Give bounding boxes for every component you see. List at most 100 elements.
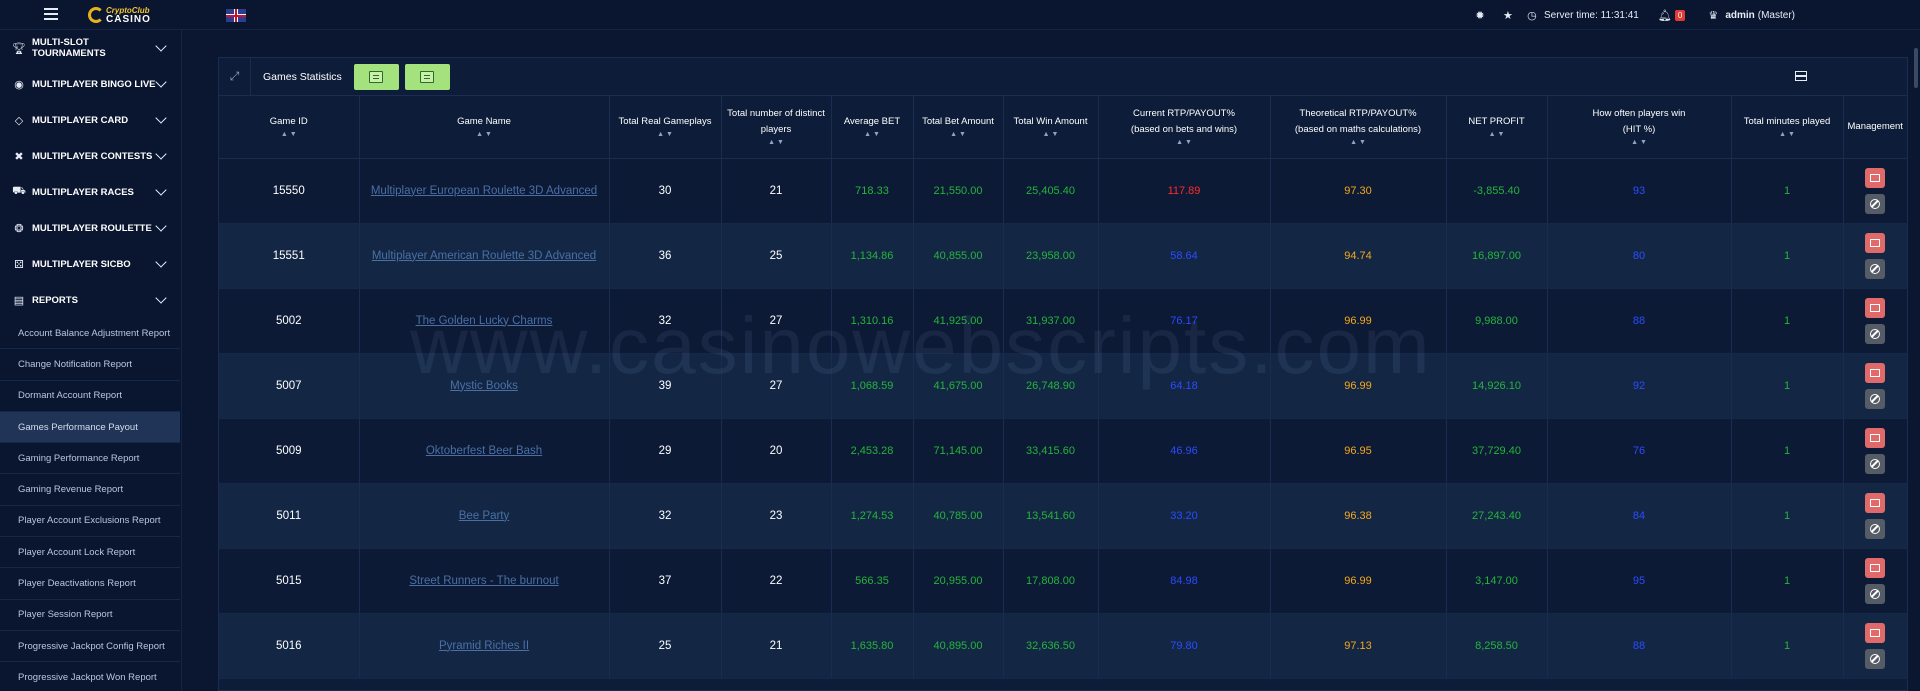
sort-arrows-icon[interactable]: ▲ ▼ <box>223 130 355 140</box>
win-amount-cell: 33,415.60 <box>1003 418 1099 484</box>
edit-game-button[interactable] <box>1865 232 1885 253</box>
export-csv-button[interactable] <box>404 63 450 90</box>
clock-icon: ◷ <box>1527 9 1537 22</box>
edit-icon <box>1870 563 1880 572</box>
sort-arrows-icon[interactable]: ▲ ▼ <box>1552 138 1727 148</box>
bet-amount-cell: 21,550.00 <box>913 158 1004 224</box>
minutes-played-cell: 1 <box>1731 548 1844 614</box>
top-bar: CryptoClub CASINO ✹ ★ ◷ Server time: 11:… <box>0 0 1920 30</box>
block-game-button[interactable] <box>1865 648 1885 669</box>
sidebar-item-multiplayer-bingo-live[interactable]: ◉ MULTIPLAYER BINGO LIVE <box>0 66 181 102</box>
ban-icon <box>1870 198 1880 209</box>
casino-logo[interactable]: CryptoClub CASINO <box>88 4 151 26</box>
sort-arrows-icon[interactable]: ▲ ▼ <box>364 130 605 140</box>
sidebar-item-multiplayer-contests[interactable]: ✖ MULTIPLAYER CONTESTS <box>0 138 181 174</box>
theoretical-rtp-cell: 96.99 <box>1270 288 1447 354</box>
sort-arrows-icon[interactable]: ▲ ▼ <box>1736 130 1839 140</box>
notifications-button[interactable]: 🔔︎ 0 <box>1658 9 1686 22</box>
settings-icon[interactable]: ✹ <box>1474 9 1486 22</box>
sort-arrows-icon[interactable]: ▲ ▼ <box>1008 130 1094 140</box>
block-game-button[interactable] <box>1865 258 1885 279</box>
games-statistics-table: Game ID ▲ ▼ Game Name ▲ ▼ Total Real Gamepla… <box>219 96 1908 679</box>
sort-arrows-icon[interactable]: ▲ ▼ <box>918 130 999 140</box>
edit-icon <box>1870 368 1880 377</box>
game-name-link[interactable]: Bee Party <box>459 510 510 522</box>
report-link-active[interactable]: Games Performance Payout <box>0 411 180 444</box>
report-link[interactable]: Player Account Exclusions Report <box>0 506 180 538</box>
bet-amount-cell: 40,785.00 <box>913 483 1004 549</box>
table-view-icon[interactable] <box>1795 71 1807 81</box>
report-link[interactable]: Change Notification Report <box>0 349 180 381</box>
expand-icon[interactable]: ⤢ <box>219 57 251 96</box>
sort-arrows-icon[interactable]: ▲ ▼ <box>726 138 827 148</box>
current-rtp-cell: 58.64 <box>1098 223 1271 289</box>
win-amount-cell: 25,405.40 <box>1003 158 1099 224</box>
players-cell: 20 <box>721 418 832 484</box>
block-game-button[interactable] <box>1865 193 1885 214</box>
uk-flag-icon[interactable] <box>226 9 246 22</box>
sort-arrows-icon[interactable]: ▲ ▼ <box>836 130 909 140</box>
game-name-link[interactable]: Multiplayer European Roulette 3D Advance… <box>371 185 597 197</box>
sidebar-item-reports[interactable]: ▤ REPORTS <box>0 282 181 318</box>
theoretical-rtp-cell: 97.13 <box>1270 613 1447 679</box>
game-name-cell: Bee Party <box>359 483 610 549</box>
game-name-link[interactable]: Multiplayer American Roulette 3D Advance… <box>372 250 596 262</box>
report-link[interactable]: Player Account Lock Report <box>0 537 180 569</box>
game-name-cell: Street Runners - The burnout <box>359 548 610 614</box>
report-link[interactable]: Progressive Jackpot Config Report <box>0 631 180 663</box>
game-id-cell: 5002 <box>219 288 360 354</box>
report-link[interactable]: Player Session Report <box>0 600 180 631</box>
report-link[interactable]: Progressive Jackpot Won Report <box>0 662 180 691</box>
report-link[interactable]: Gaming Revenue Report <box>0 474 180 506</box>
edit-game-button[interactable] <box>1865 492 1885 513</box>
hit-percent-cell: 84 <box>1547 483 1732 549</box>
sort-arrows-icon[interactable]: ▲ ▼ <box>1451 130 1543 140</box>
sidebar-item-multiplayer-roulette[interactable]: ❂ MULTIPLAYER ROULETTE <box>0 210 181 246</box>
star-icon[interactable]: ★ <box>1502 9 1514 22</box>
sort-arrows-icon[interactable]: ▲ ▼ <box>1275 138 1442 148</box>
table-row: 15551 Multiplayer American Roulette 3D Ad… <box>219 223 1908 289</box>
game-name-link[interactable]: Mystic Books <box>450 380 518 392</box>
sidebar-item-multiplayer-card[interactable]: ◇ MULTIPLAYER CARD <box>0 102 181 138</box>
sort-arrows-icon[interactable]: ▲ ▼ <box>1103 138 1266 148</box>
sidebar-item-multi-slot-tournaments[interactable]: 🏆︎ MULTI-SLOT TOURNAMENTS <box>0 30 181 66</box>
column-header: Total Real Gameplays ▲ ▼ <box>609 96 722 159</box>
edit-game-button[interactable] <box>1865 557 1885 578</box>
report-link[interactable]: Player Deactivations Report <box>0 568 180 600</box>
edit-game-button[interactable] <box>1865 427 1885 448</box>
theoretical-rtp-cell: 96.38 <box>1270 483 1447 549</box>
current-rtp-cell: 64.18 <box>1098 353 1271 419</box>
user-menu[interactable]: ♛ admin (Master) <box>1707 9 1795 22</box>
block-game-button[interactable] <box>1865 323 1885 344</box>
game-id-cell: 15551 <box>219 223 360 289</box>
block-game-button[interactable] <box>1865 453 1885 474</box>
players-cell: 27 <box>721 353 832 419</box>
report-link[interactable]: Account Balance Adjustment Report <box>0 318 180 350</box>
block-game-button[interactable] <box>1865 388 1885 409</box>
report-link[interactable]: Gaming Performance Report <box>0 443 180 475</box>
net-profit-cell: 37,729.40 <box>1446 418 1548 484</box>
ban-icon <box>1870 458 1880 469</box>
block-game-button[interactable] <box>1865 518 1885 539</box>
edit-game-button[interactable] <box>1865 297 1885 318</box>
game-name-link[interactable]: The Golden Lucky Charms <box>416 315 553 327</box>
game-name-link[interactable]: Street Runners - The burnout <box>409 575 558 587</box>
edit-game-button[interactable] <box>1865 362 1885 383</box>
hamburger-menu-icon[interactable] <box>44 8 58 20</box>
edit-game-button[interactable] <box>1865 622 1885 643</box>
column-header-label: NET PROFIT <box>1468 115 1525 127</box>
theoretical-rtp-cell: 96.99 <box>1270 353 1447 419</box>
game-name-link[interactable]: Oktoberfest Beer Bash <box>426 445 542 457</box>
column-header-label: Average BET <box>843 115 901 127</box>
scrollbar[interactable] <box>1914 48 1918 88</box>
sidebar-item-multiplayer-sicbo[interactable]: ⚄ MULTIPLAYER SICBO <box>0 246 181 282</box>
export-excel-button[interactable] <box>353 63 399 90</box>
table-row: 5016 Pyramid Riches II 25 21 1,635.80 40,895.… <box>219 613 1908 679</box>
game-name-link[interactable]: Pyramid Riches II <box>439 640 529 652</box>
sidebar-item-multiplayer-races[interactable]: ⛟ MULTIPLAYER RACES <box>0 174 181 210</box>
block-game-button[interactable] <box>1865 583 1885 604</box>
report-link[interactable]: Dormant Account Report <box>0 381 180 412</box>
sort-arrows-icon[interactable]: ▲ ▼ <box>614 130 717 140</box>
edit-game-button[interactable] <box>1865 167 1885 188</box>
user-role: (Master) <box>1757 9 1795 21</box>
